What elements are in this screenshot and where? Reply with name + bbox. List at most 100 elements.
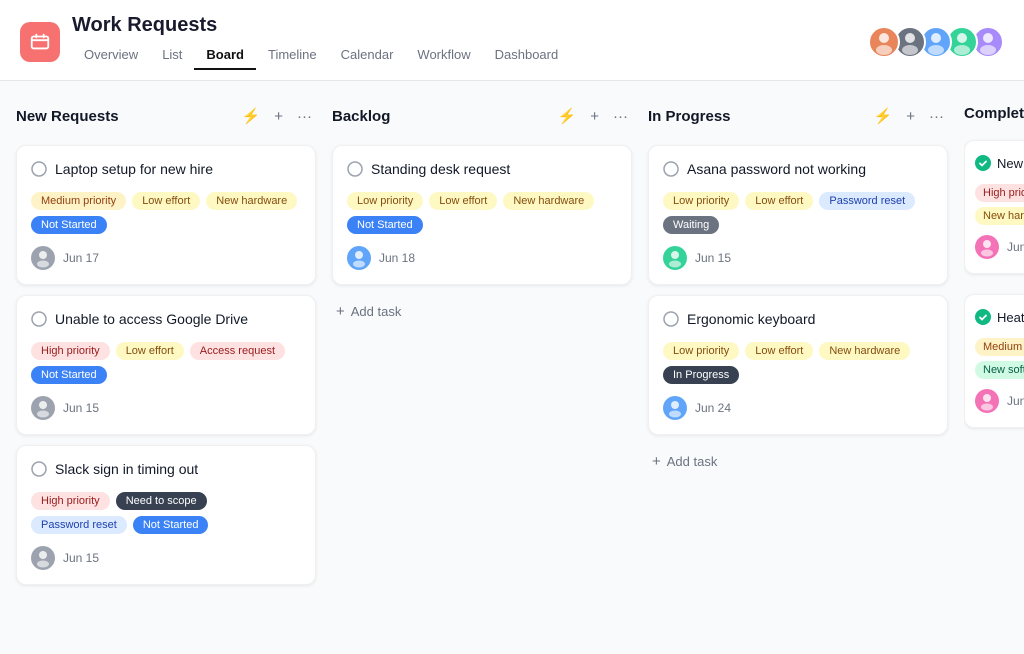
card-title-asana: Asana password not working [663, 160, 933, 182]
add-task-label-2: Add task [667, 454, 718, 469]
card-new-hire-completed[interactable]: New h... High prio... New hard... Jun 1 [964, 140, 1024, 274]
card-tags-ergonomic: Low priority Low effort New hardware In … [663, 342, 933, 384]
column-lightning-in-progress[interactable]: ⚡ [870, 105, 897, 127]
column-header-new-requests: New Requests ⚡ + ··· [16, 101, 316, 135]
tag-new-hardware-3[interactable]: New hardware [819, 342, 910, 360]
column-new-requests: New Requests ⚡ + ··· Laptop setup for ne… [16, 101, 316, 634]
tag-low-effort-2[interactable]: Low effort [116, 342, 184, 360]
app-icon [20, 22, 60, 62]
card-avatar-6 [663, 396, 687, 420]
tag-not-started-2[interactable]: Not Started [31, 366, 107, 384]
tag-not-started-3[interactable]: Not Started [133, 516, 209, 534]
add-task-in-progress[interactable]: + Add task [648, 445, 948, 478]
tab-list[interactable]: List [150, 41, 194, 70]
tag-password-reset[interactable]: Password reset [31, 516, 127, 534]
card-tags-asana: Low priority Low effort Password reset W… [663, 192, 933, 234]
column-in-progress: In Progress ⚡ + ··· Asana password not w… [648, 101, 948, 634]
card-name-heatr-completed: Heatr... [997, 309, 1024, 327]
card-date-3: Jun 15 [63, 551, 99, 565]
column-add-in-progress[interactable]: + [902, 106, 919, 127]
tag-not-started[interactable]: Not Started [31, 216, 107, 234]
tag-medium-priority[interactable]: Medium priority [31, 192, 126, 210]
tag-low-priority-3[interactable]: Low priority [663, 342, 739, 360]
card-footer-completed-2: Jun 2 [975, 389, 1024, 413]
tag-access-request[interactable]: Access request [190, 342, 285, 360]
card-standing-desk[interactable]: Standing desk request Low priority Low e… [332, 145, 632, 285]
tag-waiting[interactable]: Waiting [663, 216, 719, 234]
column-title-completed: Completed [964, 105, 1024, 122]
tag-high-priority-2[interactable]: High priority [31, 342, 110, 360]
column-more-backlog[interactable]: ··· [609, 106, 632, 127]
column-header-backlog: Backlog ⚡ + ··· [332, 101, 632, 135]
tab-timeline[interactable]: Timeline [256, 41, 329, 70]
column-add-backlog[interactable]: + [586, 106, 603, 127]
card-footer-asana: Jun 15 [663, 246, 933, 270]
tag-low-effort-5[interactable]: Low effort [745, 342, 813, 360]
card-google-drive[interactable]: Unable to access Google Drive High prior… [16, 295, 316, 435]
card-name-standing-desk: Standing desk request [371, 160, 510, 180]
add-task-icon-2: + [652, 453, 661, 470]
tag-low-effort-4[interactable]: Low effort [745, 192, 813, 210]
tag-new-hardware-2[interactable]: New hardware [503, 192, 594, 210]
tab-workflow[interactable]: Workflow [405, 41, 482, 70]
tag-need-to-scope[interactable]: Need to scope [116, 492, 207, 510]
card-check-completed-2 [975, 309, 991, 330]
card-footer-completed-1: Jun 1 [975, 235, 1024, 259]
column-completed: Completed New h... High prio... New hard… [964, 101, 1024, 634]
card-slack-signin[interactable]: Slack sign in timing out High priority N… [16, 445, 316, 585]
column-lightning-backlog[interactable]: ⚡ [554, 105, 581, 127]
header: Work Requests Overview List Board Timeli… [0, 0, 1024, 70]
card-name-new-hire-completed: New h... [997, 155, 1024, 173]
column-actions-new-requests: ⚡ + ··· [238, 105, 316, 127]
card-check-completed-1 [975, 155, 991, 176]
card-ergonomic-keyboard[interactable]: Ergonomic keyboard Low priority Low effo… [648, 295, 948, 435]
card-tags-standing-desk: Low priority Low effort New hardware Not… [347, 192, 617, 234]
card-title-slack: Slack sign in timing out [31, 460, 301, 482]
card-title-new-hire-completed: New h... [975, 155, 1024, 176]
column-lightning-new-requests[interactable]: ⚡ [238, 105, 265, 127]
tag-new-hard-completed[interactable]: New hard... [975, 207, 1024, 225]
tag-high-prio-completed[interactable]: High prio... [975, 184, 1024, 202]
column-add-new-requests[interactable]: + [270, 106, 287, 127]
card-check-icon-5 [663, 161, 679, 182]
column-more-new-requests[interactable]: ··· [293, 106, 316, 127]
tag-medium-prio-completed[interactable]: Medium p... [975, 338, 1024, 356]
tab-dashboard[interactable]: Dashboard [483, 41, 571, 70]
card-check-icon-3 [31, 461, 47, 482]
tab-calendar[interactable]: Calendar [329, 41, 406, 70]
card-date-5: Jun 15 [695, 251, 731, 265]
card-footer-ergonomic: Jun 24 [663, 396, 933, 420]
tag-low-effort-3[interactable]: Low effort [429, 192, 497, 210]
tag-new-hardware[interactable]: New hardware [206, 192, 297, 210]
tag-low-priority-2[interactable]: Low priority [663, 192, 739, 210]
card-title-heatr-completed: Heatr... [975, 309, 1024, 330]
card-footer-google-drive: Jun 15 [31, 396, 301, 420]
tag-low-effort[interactable]: Low effort [132, 192, 200, 210]
tab-overview[interactable]: Overview [72, 41, 150, 70]
column-title-in-progress: In Progress [648, 108, 864, 125]
card-avatar-2 [31, 396, 55, 420]
tag-in-progress[interactable]: In Progress [663, 366, 739, 384]
tag-low-priority[interactable]: Low priority [347, 192, 423, 210]
card-date-2: Jun 15 [63, 401, 99, 415]
tag-not-started-4[interactable]: Not Started [347, 216, 423, 234]
tag-new-soft-completed[interactable]: New soft... [975, 361, 1024, 379]
add-task-backlog[interactable]: + Add task [332, 295, 632, 328]
card-title-standing-desk: Standing desk request [347, 160, 617, 182]
card-asana-password[interactable]: Asana password not working Low priority … [648, 145, 948, 285]
tag-password-reset-2[interactable]: Password reset [819, 192, 915, 210]
column-more-in-progress[interactable]: ··· [925, 106, 948, 127]
header-title-block: Work Requests Overview List Board Timeli… [72, 14, 570, 70]
card-heatr-completed[interactable]: Heatr... Medium p... New soft... Jun 2 [964, 294, 1024, 428]
card-date-6: Jun 24 [695, 401, 731, 415]
tag-high-priority-3[interactable]: High priority [31, 492, 110, 510]
card-tags-completed-1: High prio... New hard... [975, 184, 1024, 225]
card-name-slack: Slack sign in timing out [55, 460, 198, 480]
card-date: Jun 17 [63, 251, 99, 265]
card-name-asana: Asana password not working [687, 160, 866, 180]
card-avatar-7 [975, 235, 999, 259]
tab-board[interactable]: Board [194, 41, 256, 70]
column-title-new-requests: New Requests [16, 108, 232, 125]
avatar-1[interactable] [868, 26, 900, 58]
card-laptop-setup[interactable]: Laptop setup for new hire Medium priorit… [16, 145, 316, 285]
